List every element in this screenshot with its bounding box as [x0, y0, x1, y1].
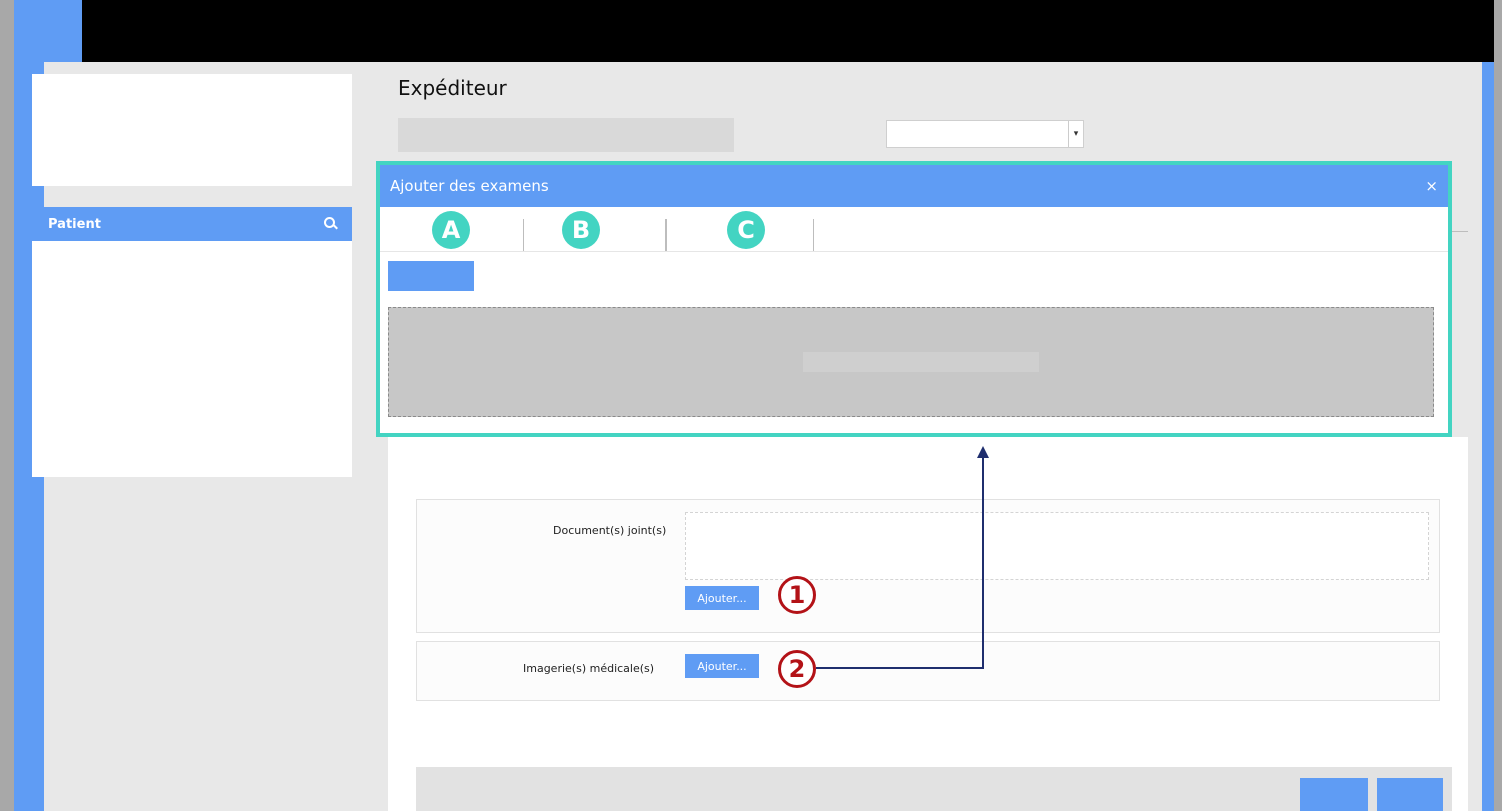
annotation-arrow [816, 446, 989, 669]
arrow-line [816, 455, 984, 669]
footer-bar [416, 767, 1452, 811]
footer-button-primary[interactable] [1300, 778, 1368, 811]
arrow-head [977, 446, 989, 458]
footer-button-secondary[interactable] [1377, 778, 1443, 811]
